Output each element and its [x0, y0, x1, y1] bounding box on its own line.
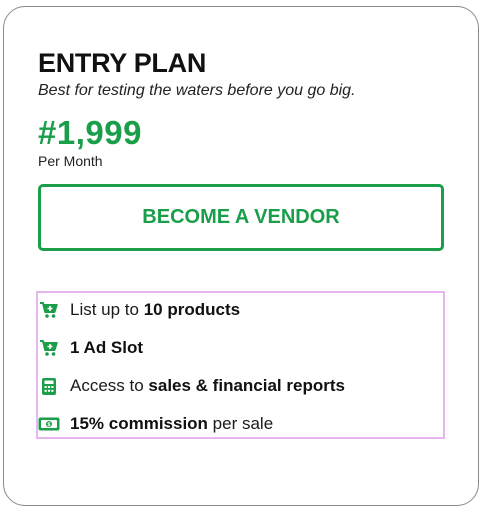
feature-list: List up to 10 products 1 Ad Slot Access …	[36, 291, 445, 439]
plan-price: #1,999	[38, 114, 142, 151]
billing-period: Per Month	[38, 153, 103, 169]
money-bill-icon: $	[38, 413, 60, 435]
feature-item-products: List up to 10 products	[38, 298, 438, 322]
cart-plus-icon	[38, 337, 60, 359]
plan-tagline: Best for testing the waters before you g…	[38, 82, 356, 99]
cart-plus-icon	[38, 299, 60, 321]
feature-text: Access to sales & financial reports	[70, 376, 345, 395]
become-vendor-button[interactable]: BECOME A VENDOR	[38, 184, 444, 251]
calculator-icon	[38, 375, 60, 397]
feature-item-ad-slot: 1 Ad Slot	[38, 336, 438, 360]
plan-name: ENTRY PLAN	[38, 48, 207, 78]
feature-item-reports: Access to sales & financial reports	[38, 374, 438, 398]
feature-item-commission: $ 15% commission per sale	[38, 412, 438, 436]
svg-text:$: $	[47, 422, 51, 428]
feature-text: 1 Ad Slot	[70, 338, 144, 357]
feature-text: 15% commission per sale	[70, 414, 274, 433]
feature-text: List up to 10 products	[70, 300, 241, 319]
